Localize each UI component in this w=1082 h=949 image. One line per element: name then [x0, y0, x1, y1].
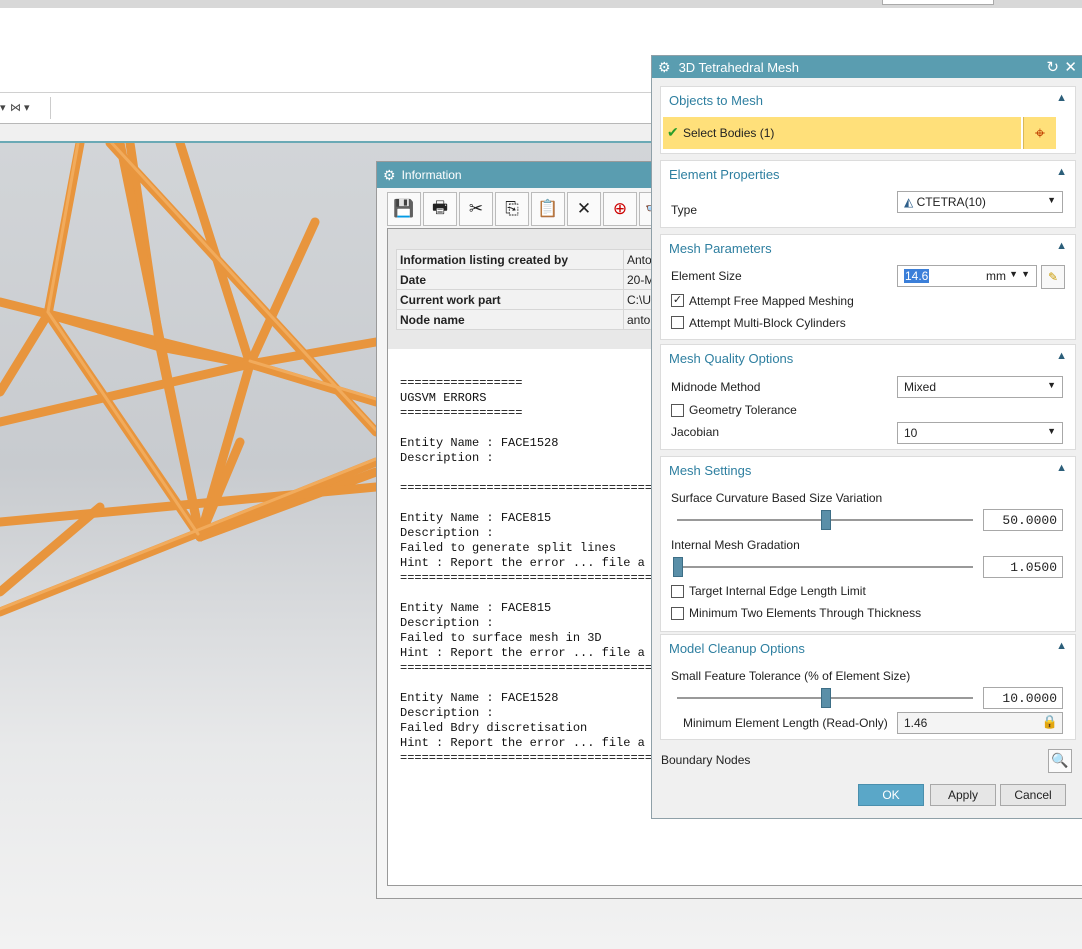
information-title: Information [401, 168, 462, 182]
section-header[interactable]: Model Cleanup Options [669, 641, 805, 656]
information-toolbar: 💾 🖶 ✂ ⎘ 📋 ✕ ⊕ 👓 [387, 192, 673, 226]
table-key: Node name [396, 309, 624, 330]
section-header[interactable]: Objects to Mesh [669, 93, 763, 108]
midnode-value: Mixed [904, 380, 937, 394]
free-mapped-checkbox[interactable]: ✓ [671, 294, 684, 307]
target-icon[interactable]: ⊕ [603, 192, 637, 226]
gradation-value-field[interactable]: 1.0500 [983, 556, 1063, 578]
select-bodies-label: Select Bodies (1) [683, 126, 775, 140]
tetra-icon: ◭ [904, 195, 917, 209]
geometry-tolerance-checkbox[interactable] [671, 404, 684, 417]
mesh-dialog-title: 3D Tetrahedral Mesh [678, 59, 799, 75]
gradation-slider-thumb[interactable] [673, 557, 683, 577]
min-length-label: Minimum Element Length (Read-Only) [683, 716, 888, 730]
small-feature-label: Small Feature Tolerance (% of Element Si… [671, 669, 911, 683]
dropdown-arrow-icon[interactable]: ▾ [0, 101, 6, 114]
chevron-down-icon[interactable]: ▼ [1021, 269, 1030, 279]
mesh-settings-section: Mesh Settings ▲ Surface Curvature Based … [660, 456, 1076, 632]
secondary-toolbar: ▾ ⋈ ▾ [0, 92, 652, 124]
free-mapped-label: Attempt Free Mapped Meshing [689, 294, 854, 308]
lock-icon: 🔒 [1041, 714, 1058, 729]
cleanup-section: Model Cleanup Options ▲ Small Feature To… [660, 634, 1076, 740]
gear-icon: ⚙ [658, 58, 671, 75]
table-key: Current work part [396, 289, 624, 310]
min-two-elements-label: Minimum Two Elements Through Thickness [689, 606, 922, 620]
paste-icon[interactable]: 📋 [531, 192, 565, 226]
element-size-value: 14.6 [904, 269, 930, 283]
min-length-field: 1.46 🔒 [897, 712, 1063, 734]
crosshair-icon[interactable]: ⌖ [1023, 117, 1056, 149]
element-properties-section: Element Properties ▲ Type ◭ CTETRA(10) ▼ [660, 160, 1076, 228]
min-two-elements-checkbox[interactable] [671, 607, 684, 620]
select-bodies-row[interactable]: ✔ Select Bodies (1) [663, 117, 1021, 149]
type-dropdown[interactable]: ◭ CTETRA(10) ▼ [897, 191, 1063, 213]
mesh-parameters-section: Mesh Parameters ▲ Element Size 14.6 mm ▼… [660, 234, 1076, 340]
collapse-icon[interactable]: ▲ [1056, 462, 1067, 474]
toolbar-separator [50, 97, 51, 119]
small-feature-slider-thumb[interactable] [821, 688, 831, 708]
mesh-dialog-titlebar[interactable]: ⚙ 3D Tetrahedral Mesh ↻ ✕ [652, 56, 1082, 78]
collapse-icon[interactable]: ▲ [1056, 350, 1067, 362]
jacobian-value: 10 [904, 426, 918, 440]
cancel-button[interactable]: Cancel [1000, 784, 1066, 806]
unit-dropdown-icon[interactable]: ▼ [1009, 269, 1018, 279]
section-header[interactable]: Mesh Quality Options [669, 351, 793, 366]
ok-button[interactable]: OK [858, 784, 924, 806]
jacobian-label: Jacobian [671, 425, 720, 439]
chevron-down-icon: ▼ [1047, 195, 1056, 205]
table-key: Date [396, 269, 624, 290]
jacobian-dropdown[interactable]: 10 ▼ [897, 422, 1063, 444]
element-size-label: Element Size [671, 269, 742, 283]
type-value: CTETRA(10) [916, 195, 986, 209]
target-edge-label: Target Internal Edge Length Limit [689, 584, 866, 598]
min-length-value: 1.46 [904, 716, 928, 730]
collapse-icon[interactable]: ▲ [1056, 92, 1067, 104]
type-label: Type [671, 203, 698, 217]
midnode-label: Midnode Method [671, 380, 761, 394]
print-icon[interactable]: 🖶 [423, 192, 457, 226]
snap-tool-icon[interactable]: ⋈ ▾ [10, 101, 30, 114]
apply-button[interactable]: Apply [930, 784, 996, 806]
unit-label: mm [986, 269, 1006, 283]
top-strip [0, 0, 1082, 8]
objects-section: Objects to Mesh ▲ ✔ Select Bodies (1) ⌖ [660, 86, 1076, 154]
curvature-label: Surface Curvature Based Size Variation [671, 491, 883, 505]
multi-block-checkbox[interactable] [671, 316, 684, 329]
cut-icon[interactable]: ✂ [459, 192, 493, 226]
gradation-label: Internal Mesh Gradation [671, 538, 800, 552]
save-icon[interactable]: 💾 [387, 192, 421, 226]
section-header[interactable]: Element Properties [669, 167, 780, 182]
element-size-input[interactable]: 14.6 mm ▼ ▼ [897, 265, 1037, 287]
midnode-dropdown[interactable]: Mixed ▼ [897, 376, 1063, 398]
section-header[interactable]: Mesh Parameters [669, 241, 772, 256]
curvature-slider-thumb[interactable] [821, 510, 831, 530]
top-combo[interactable] [882, 0, 994, 5]
tetra-mesh-dialog[interactable]: ⚙ 3D Tetrahedral Mesh ↻ ✕ Objects to Mes… [651, 55, 1082, 819]
gradation-slider-track[interactable] [677, 566, 973, 568]
gear-icon: ⚙ [383, 166, 396, 183]
delete-icon[interactable]: ✕ [567, 192, 601, 226]
collapse-icon[interactable]: ▲ [1056, 166, 1067, 178]
multi-block-label: Attempt Multi-Block Cylinders [689, 316, 846, 330]
table-key: Information listing created by [396, 249, 624, 270]
close-icon[interactable]: ✕ [1064, 58, 1077, 76]
boundary-nodes-label: Boundary Nodes [661, 753, 751, 767]
geometry-tolerance-label: Geometry Tolerance [689, 403, 797, 417]
reset-icon[interactable]: ↻ [1046, 58, 1059, 76]
chevron-down-icon: ▼ [1047, 426, 1056, 436]
quality-section: Mesh Quality Options ▲ Midnode Method Mi… [660, 344, 1076, 450]
target-edge-checkbox[interactable] [671, 585, 684, 598]
collapse-icon[interactable]: ▲ [1056, 240, 1067, 252]
pencil-icon[interactable]: ✎ [1041, 265, 1065, 289]
small-feature-value-field[interactable]: 10.0000 [983, 687, 1063, 709]
section-header[interactable]: Mesh Settings [669, 463, 751, 478]
check-icon: ✔ [667, 124, 679, 140]
chevron-down-icon: ▼ [1047, 380, 1056, 390]
copy-icon[interactable]: ⎘ [495, 192, 529, 226]
collapse-icon[interactable]: ▲ [1056, 640, 1067, 652]
search-icon[interactable]: 🔍 [1048, 749, 1072, 773]
curvature-value-field[interactable]: 50.0000 [983, 509, 1063, 531]
